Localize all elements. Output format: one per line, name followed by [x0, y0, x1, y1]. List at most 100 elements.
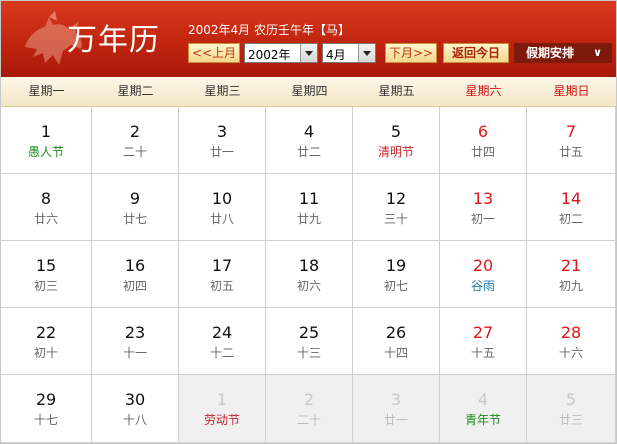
- calendar-day-cell[interactable]: 13 初一: [440, 174, 527, 241]
- lunar-date-label: 初二: [558, 212, 583, 226]
- calendar-header: 万年历 2002年4月 农历壬午年【马】 <<上月 2002年 4月 下月>> …: [1, 1, 616, 77]
- lunar-date-label: 廿五: [558, 145, 583, 159]
- lunar-date-label: 廿九: [296, 212, 321, 226]
- day-number: 29: [35, 390, 57, 409]
- lunar-date-label: 三十: [383, 212, 408, 226]
- calendar-day-cell[interactable]: 30 十八: [92, 375, 179, 443]
- calendar-day-cell[interactable]: 8 廿六: [1, 174, 92, 241]
- calendar-day-cell-next-month[interactable]: 1 劳动节: [179, 375, 266, 443]
- dropdown-arrow-icon: [358, 44, 375, 62]
- calendar-day-cell[interactable]: 19 初七: [353, 241, 440, 308]
- day-number: 1: [216, 390, 228, 409]
- calendar-grid: 1 愚人节 2 二十 3 廿一 4 廿二 5 清明节 6 廿四 7 廿五 8 廿六 9 廿七 10 廿八 11 廿九 12 三…: [1, 107, 616, 443]
- day-number: 30: [124, 390, 146, 409]
- day-number: 24: [211, 323, 233, 342]
- calendar-day-cell-next-month[interactable]: 3 廿一: [353, 375, 440, 443]
- day-number: 1: [40, 122, 52, 141]
- weekday-label: 星期一: [28, 84, 65, 98]
- calendar-day-cell[interactable]: 21 初九: [527, 241, 616, 308]
- calendar-day-cell[interactable]: 20 谷雨: [440, 241, 527, 308]
- prev-month-button[interactable]: <<上月: [188, 43, 240, 63]
- calendar-day-cell[interactable]: 12 三十: [353, 174, 440, 241]
- calendar-day-cell[interactable]: 11 廿九: [266, 174, 353, 241]
- calendar-day-cell[interactable]: 5 清明节: [353, 107, 440, 174]
- lunar-date-label: 十一: [122, 346, 147, 360]
- month-select-value: 4月: [326, 48, 346, 62]
- weekday-label: 星期六: [465, 84, 502, 98]
- weekday-header-row: 星期一 星期二 星期三 星期四 星期五 星期六 星期日: [1, 77, 616, 107]
- lunar-date-label: 十五: [470, 346, 495, 360]
- day-number: 8: [40, 189, 52, 208]
- calendar-day-cell[interactable]: 17 初五: [179, 241, 266, 308]
- lunar-date-label: 十二: [209, 346, 234, 360]
- holiday-schedule-label: 假期安排: [526, 46, 575, 60]
- month-select[interactable]: 4月: [322, 43, 376, 63]
- lunar-date-label: 初四: [122, 279, 147, 293]
- day-number: 14: [560, 189, 582, 208]
- calendar-day-cell[interactable]: 3 廿一: [179, 107, 266, 174]
- day-number: 3: [390, 390, 402, 409]
- chevron-down-icon: ∨: [593, 46, 602, 59]
- calendar-day-cell[interactable]: 29 十七: [1, 375, 92, 443]
- year-select[interactable]: 2002年: [244, 43, 318, 63]
- calendar-day-cell[interactable]: 2 二十: [92, 107, 179, 174]
- lunar-date-label: 初一: [470, 212, 495, 226]
- lunar-date-label: 初六: [296, 279, 321, 293]
- day-number: 7: [565, 122, 577, 141]
- weekday-label: 星期二: [117, 84, 154, 98]
- day-number: 19: [385, 256, 407, 275]
- calendar-day-cell[interactable]: 22 初十: [1, 308, 92, 375]
- weekday-label: 星期三: [204, 84, 241, 98]
- calendar-day-cell[interactable]: 4 廿二: [266, 107, 353, 174]
- day-number: 25: [298, 323, 320, 342]
- day-number: 4: [477, 390, 489, 409]
- calendar-day-cell[interactable]: 23 十一: [92, 308, 179, 375]
- day-number: 18: [298, 256, 320, 275]
- calendar-day-cell[interactable]: 7 廿五: [527, 107, 616, 174]
- lunar-date-label: 十八: [122, 413, 147, 427]
- lunar-date-label: 初九: [558, 279, 583, 293]
- weekday-label: 星期四: [291, 84, 328, 98]
- lunar-date-label: 二十: [122, 145, 147, 159]
- calendar-day-cell[interactable]: 9 廿七: [92, 174, 179, 241]
- calendar-day-cell[interactable]: 10 廿八: [179, 174, 266, 241]
- day-number: 17: [211, 256, 233, 275]
- dropdown-arrow-icon: [300, 44, 317, 62]
- next-month-button[interactable]: 下月>>: [385, 43, 437, 63]
- lunar-date-label: 廿二: [296, 145, 321, 159]
- day-number: 26: [385, 323, 407, 342]
- back-to-today-button[interactable]: 返回今日: [443, 43, 509, 63]
- calendar-day-cell-next-month[interactable]: 5 廿三: [527, 375, 616, 443]
- calendar-day-cell[interactable]: 27 十五: [440, 308, 527, 375]
- calendar-day-cell[interactable]: 25 十三: [266, 308, 353, 375]
- lunar-date-label: 二十: [296, 413, 321, 427]
- solar-term-label: 谷雨: [470, 279, 495, 293]
- day-number: 16: [124, 256, 146, 275]
- day-number: 22: [35, 323, 57, 342]
- day-number: 3: [216, 122, 228, 141]
- day-number: 12: [385, 189, 407, 208]
- lunar-date-label: 廿八: [209, 212, 234, 226]
- calendar-day-cell-next-month[interactable]: 2 二十: [266, 375, 353, 443]
- lunar-date-label: 廿一: [383, 413, 408, 427]
- calendar-day-cell[interactable]: 6 廿四: [440, 107, 527, 174]
- day-number: 2: [129, 122, 141, 141]
- calendar-day-cell[interactable]: 15 初三: [1, 241, 92, 308]
- day-number: 9: [129, 189, 141, 208]
- calendar-day-cell-next-month[interactable]: 4 青年节: [440, 375, 527, 443]
- calendar-day-cell[interactable]: 26 十四: [353, 308, 440, 375]
- day-number: 27: [472, 323, 494, 342]
- day-number: 11: [298, 189, 320, 208]
- calendar-day-cell[interactable]: 16 初四: [92, 241, 179, 308]
- lunar-date-label: 十六: [558, 346, 583, 360]
- year-select-value: 2002年: [248, 48, 291, 62]
- calendar-day-cell[interactable]: 14 初二: [527, 174, 616, 241]
- holiday-schedule-dropdown[interactable]: 假期安排 ∨: [514, 43, 612, 63]
- calendar-day-cell[interactable]: 18 初六: [266, 241, 353, 308]
- day-number: 21: [560, 256, 582, 275]
- calendar-day-cell[interactable]: 24 十二: [179, 308, 266, 375]
- calendar-day-cell[interactable]: 28 十六: [527, 308, 616, 375]
- calendar-day-cell[interactable]: 1 愚人节: [1, 107, 92, 174]
- day-number: 23: [124, 323, 146, 342]
- day-number: 5: [390, 122, 402, 141]
